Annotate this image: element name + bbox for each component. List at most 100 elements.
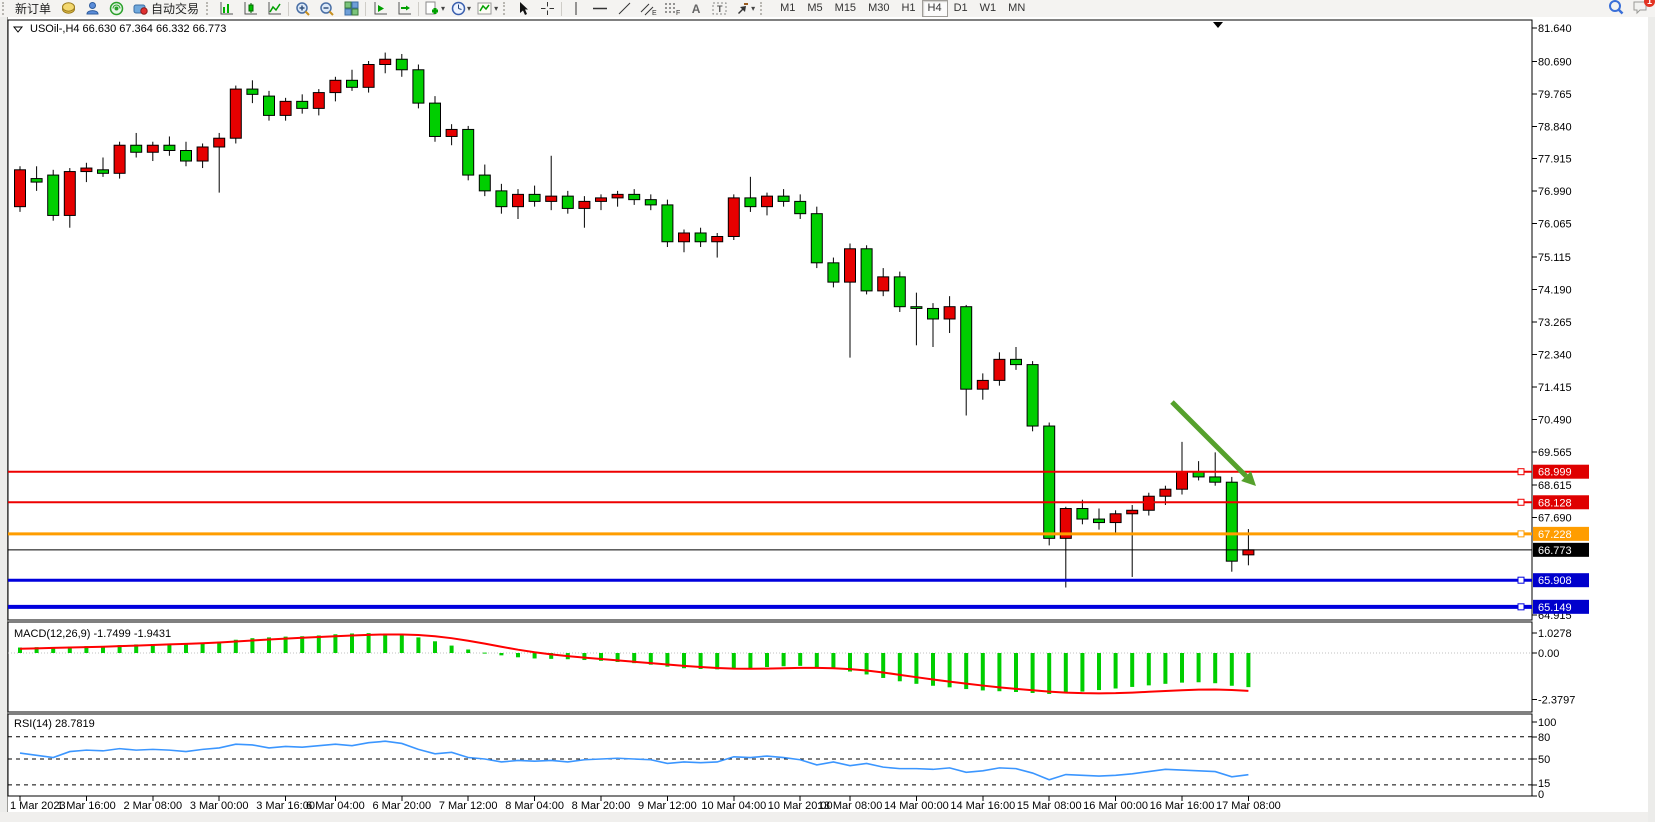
- price-tick-label: 75.115: [1538, 252, 1571, 264]
- text-box-button[interactable]: T: [708, 0, 732, 18]
- bear-candle: [778, 196, 789, 201]
- bull-candle: [280, 101, 291, 115]
- tab-timeframe-h4[interactable]: H4: [922, 0, 948, 17]
- candlestick-chart-button[interactable]: [238, 0, 262, 18]
- notifications-button[interactable]: 1: [1632, 0, 1649, 18]
- bull-candle: [878, 277, 889, 291]
- bull-candle: [64, 172, 75, 216]
- arrows-tool-button[interactable]: ▾: [732, 0, 758, 18]
- macd-histogram-bar: [765, 653, 769, 667]
- chevron-down-icon: ▾: [441, 4, 445, 13]
- price-badge-label: 66.773: [1538, 545, 1572, 557]
- chart-shift-icon: [397, 1, 412, 16]
- macd-histogram-bar: [499, 653, 503, 655]
- time-tick-label: 3 Mar 00:00: [190, 800, 249, 812]
- periods-button[interactable]: ▾: [448, 0, 474, 18]
- macd-histogram-bar: [450, 646, 454, 653]
- channel-button[interactable]: E: [636, 0, 660, 18]
- tab-timeframe-m30[interactable]: M30: [862, 0, 895, 17]
- macd-histogram-bar: [1014, 653, 1018, 692]
- macd-histogram-bar: [914, 653, 918, 684]
- new-chart-icon: [424, 1, 440, 16]
- price-tick-label: 79.765: [1538, 89, 1572, 101]
- macd-histogram-bar: [1114, 653, 1118, 688]
- text-label-button[interactable]: A: [684, 0, 708, 18]
- time-tick-label: 15 Mar 08:00: [1017, 800, 1082, 812]
- macd-histogram-bar: [367, 633, 371, 653]
- search-icon[interactable]: [1608, 0, 1624, 18]
- indicators-button[interactable]: ▾: [474, 0, 501, 18]
- tab-timeframe-d1[interactable]: D1: [948, 0, 974, 17]
- macd-histogram-bar: [748, 653, 752, 668]
- bear-candle: [264, 96, 275, 115]
- line-handle[interactable]: [1518, 531, 1524, 537]
- bull-candle: [579, 201, 590, 208]
- horizontal-line-button[interactable]: [588, 0, 612, 18]
- auto-scroll-button[interactable]: [368, 0, 392, 18]
- tab-timeframe-h1[interactable]: H1: [895, 0, 921, 17]
- line-handle[interactable]: [1518, 577, 1524, 583]
- macd-histogram-bar: [416, 637, 420, 653]
- macd-histogram-bar: [1180, 653, 1184, 683]
- chart-area[interactable]: 81.64080.69079.76578.84077.91576.99076.0…: [0, 17, 1655, 822]
- time-tick-label: 8 Mar 20:00: [572, 800, 631, 812]
- toolbar-grip: [760, 2, 765, 15]
- trendline-button[interactable]: [612, 0, 636, 18]
- tab-timeframe-w1[interactable]: W1: [974, 0, 1003, 17]
- bear-candle: [1027, 365, 1038, 426]
- bear-candle: [396, 59, 407, 70]
- zoom-out-button[interactable]: [315, 0, 339, 18]
- bull-candle: [1243, 550, 1254, 555]
- line-handle[interactable]: [1518, 469, 1524, 475]
- macd-histogram-bar: [815, 653, 819, 667]
- new-chart-button[interactable]: ▾: [421, 0, 448, 18]
- price-tick-label: 70.490: [1538, 414, 1572, 426]
- tab-timeframe-mn[interactable]: MN: [1002, 0, 1031, 17]
- fibonacci-button[interactable]: F: [660, 0, 684, 18]
- macd-histogram-bar: [533, 653, 537, 658]
- time-tick-label: 16 Mar 16:00: [1150, 800, 1215, 812]
- time-tick-label: 16 Mar 00:00: [1083, 800, 1148, 812]
- profile-button[interactable]: [80, 0, 104, 18]
- bear-candle: [1077, 509, 1088, 520]
- crosshair-button[interactable]: [535, 0, 559, 18]
- auto-trading-button[interactable]: 自动交易: [128, 0, 204, 18]
- toolbar-separator: [418, 2, 419, 16]
- bull-candle: [944, 307, 955, 319]
- tab-timeframe-m1[interactable]: M1: [774, 0, 801, 17]
- cursor-icon: [516, 1, 530, 16]
- macd-scale-label: -2.3797: [1538, 694, 1575, 706]
- price-badge-label: 67.228: [1538, 529, 1572, 541]
- chart-title: USOil-,H4 66.630 67.364 66.332 66.773: [14, 23, 226, 35]
- time-tick-label: 14 Mar 16:00: [950, 800, 1015, 812]
- zoom-in-button[interactable]: [291, 0, 315, 18]
- tab-timeframe-m15[interactable]: M15: [829, 0, 862, 17]
- bull-candle: [313, 93, 324, 109]
- cursor-button[interactable]: [511, 0, 535, 18]
- macd-scale-label: 1.0278: [1538, 628, 1572, 640]
- tile-windows-button[interactable]: [339, 0, 363, 18]
- chevron-down-icon: ▾: [751, 4, 755, 13]
- coin-button[interactable]: [56, 0, 80, 18]
- vertical-line-icon: [570, 1, 582, 16]
- chart-shift-button[interactable]: [392, 0, 416, 18]
- bear-candle: [131, 145, 142, 152]
- bear-candle: [529, 194, 540, 201]
- bear-candle: [1210, 477, 1221, 482]
- price-tick-label: 69.565: [1538, 447, 1572, 459]
- macd-histogram-bar: [1064, 653, 1068, 693]
- new-order-button[interactable]: 新订单: [10, 0, 56, 18]
- bar-chart-button[interactable]: [214, 0, 238, 18]
- line-chart-button[interactable]: [262, 0, 286, 18]
- tab-timeframe-m5[interactable]: M5: [801, 0, 828, 17]
- signal-button[interactable]: [104, 0, 128, 18]
- toolbar-separator: [561, 2, 562, 16]
- bull-candle: [546, 196, 557, 201]
- time-tick-label: 9 Mar 12:00: [638, 800, 697, 812]
- macd-histogram-bar: [1097, 653, 1101, 690]
- line-handle[interactable]: [1518, 604, 1524, 610]
- price-badge-label: 68.999: [1538, 467, 1572, 479]
- rsi-scale-label: 50: [1538, 754, 1550, 766]
- vertical-line-button[interactable]: [564, 0, 588, 18]
- line-handle[interactable]: [1518, 499, 1524, 505]
